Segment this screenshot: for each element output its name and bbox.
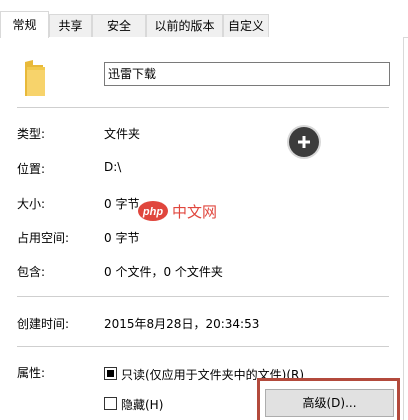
folder-name-field[interactable]: 迅雷下载: [104, 62, 390, 86]
hidden-checkbox[interactable]: [104, 397, 117, 410]
location-label: 位置:: [17, 162, 46, 176]
size-on-disk-value: 0 字节: [104, 231, 140, 245]
separator: [17, 346, 389, 347]
location-value: D:\: [104, 160, 122, 174]
readonly-checkbox[interactable]: [104, 367, 117, 380]
created-label: 创建时间:: [17, 317, 70, 331]
type-label: 类型:: [17, 127, 46, 141]
plus-icon: [289, 127, 319, 157]
size-on-disk-label: 占用空间:: [17, 231, 70, 245]
tab-customize[interactable]: 自定义: [223, 14, 269, 37]
tab-sharing[interactable]: 共享: [49, 14, 92, 37]
size-label: 大小:: [17, 197, 46, 211]
type-value: 文件夹: [104, 127, 141, 141]
tab-security[interactable]: 安全: [92, 14, 146, 37]
tab-general[interactable]: 常规: [0, 11, 49, 38]
created-value: 2015年8月28日，20:34:53: [104, 317, 260, 331]
hidden-label[interactable]: 隐藏(H): [121, 396, 163, 413]
svg-text:中文网: 中文网: [172, 203, 217, 221]
php-watermark-logo: php 中文网: [138, 201, 217, 221]
separator: [17, 107, 389, 108]
attributes-label: 属性:: [17, 366, 46, 380]
separator: [17, 296, 389, 297]
contains-label: 包含:: [17, 265, 46, 279]
size-value: 0 字节: [104, 197, 140, 211]
advanced-button[interactable]: 高级(D)...: [265, 389, 394, 417]
contains-value: 0 个文件，0 个文件夹: [104, 265, 223, 279]
svg-text:php: php: [142, 206, 163, 218]
indeterminate-mark: [107, 370, 114, 377]
folder-icon: [25, 60, 45, 96]
tab-previous-versions[interactable]: 以前的版本: [146, 14, 223, 37]
tab-strip: 常规 共享 安全 以前的版本 自定义: [0, 0, 408, 38]
